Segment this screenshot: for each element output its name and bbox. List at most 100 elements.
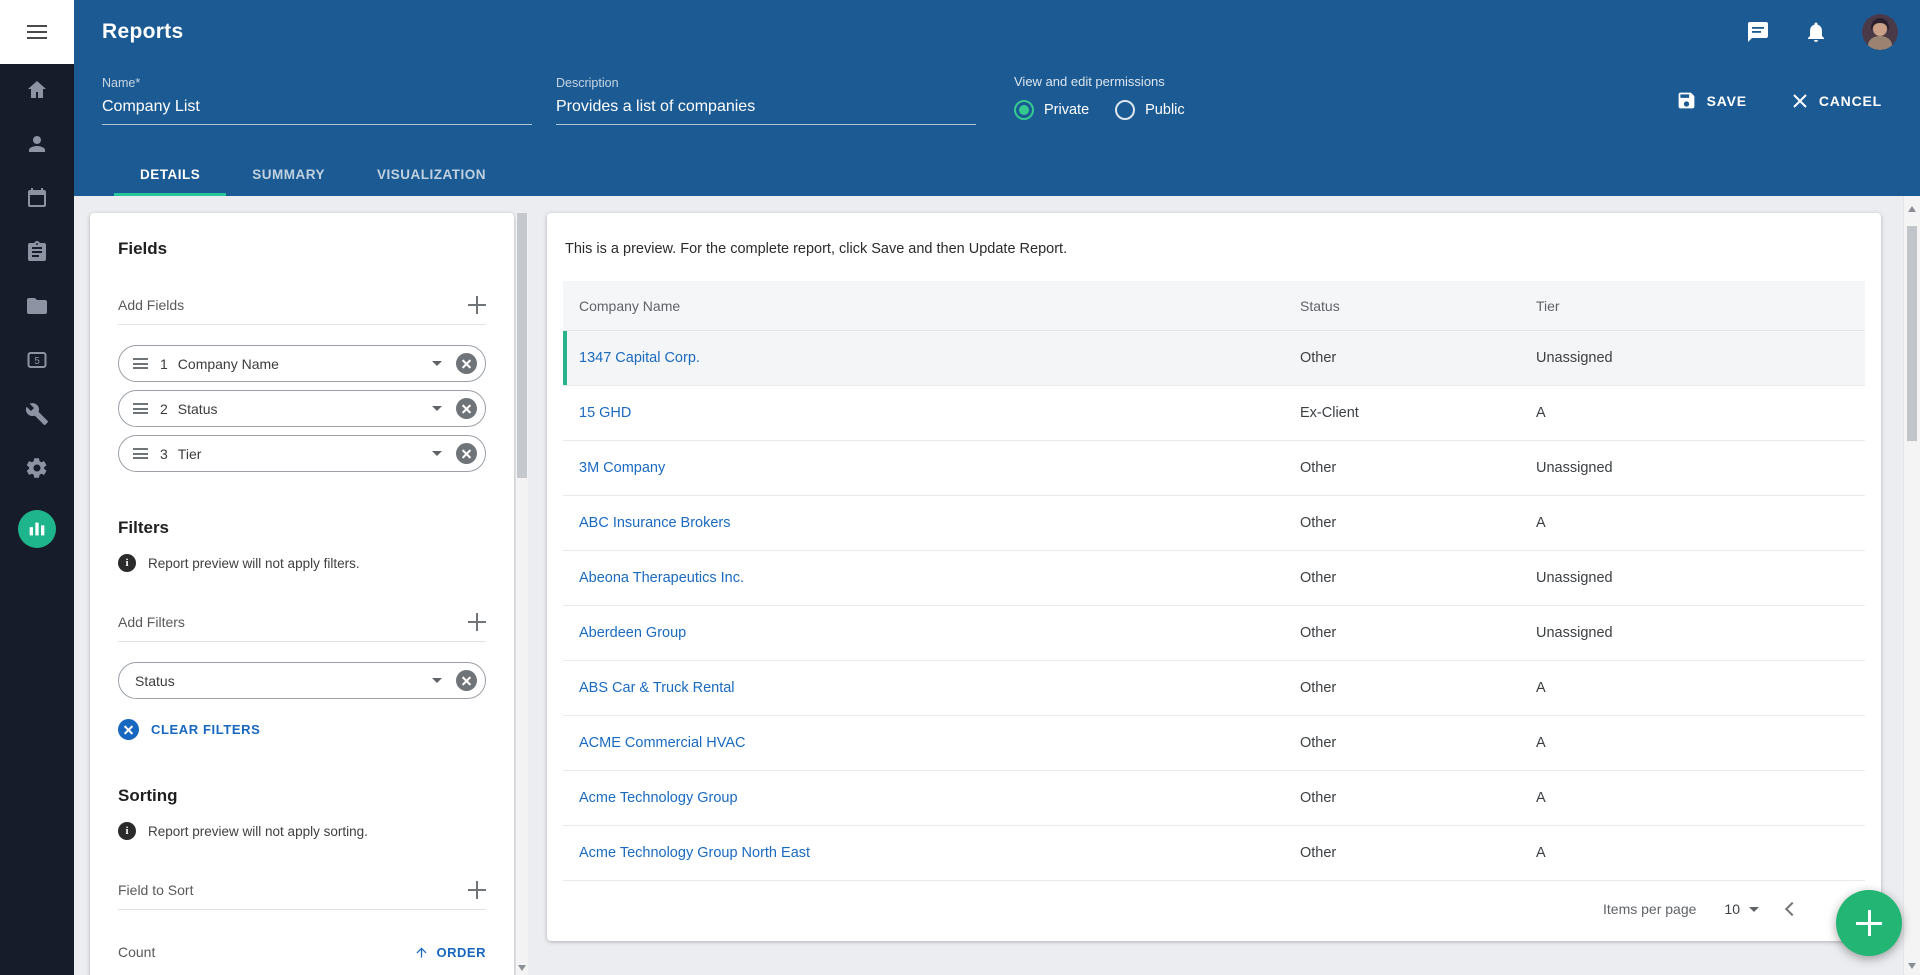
page-scrollbar-thumb[interactable] — [1907, 226, 1917, 441]
chat-button[interactable] — [1746, 20, 1770, 44]
name-input[interactable] — [102, 98, 532, 125]
company-link[interactable]: Acme Technology Group North East — [579, 845, 810, 861]
add-filters-row[interactable]: Add Filters — [118, 602, 486, 642]
tier-cell: A — [1520, 680, 1865, 696]
table-row: 1347 Capital Corp. Other Unassigned — [563, 331, 1865, 386]
company-link[interactable]: Abeona Therapeutics Inc. — [579, 570, 744, 586]
nav-home[interactable] — [25, 78, 49, 102]
status-cell: Other — [1284, 570, 1520, 586]
status-cell: Other — [1284, 790, 1520, 806]
info-icon: i — [118, 822, 136, 840]
previous-page-icon[interactable] — [1785, 902, 1799, 916]
company-link[interactable]: 15 GHD — [579, 405, 631, 421]
menu-button[interactable] — [0, 0, 74, 64]
order-button[interactable]: ORDER — [414, 945, 486, 960]
nav-folders[interactable] — [25, 294, 49, 318]
status-cell: Other — [1284, 350, 1520, 366]
table-row: 3M Company Other Unassigned — [563, 441, 1865, 496]
nav-calendar[interactable] — [25, 186, 49, 210]
column-header-tier[interactable]: Tier — [1520, 298, 1865, 314]
company-link[interactable]: Acme Technology Group — [579, 790, 738, 806]
nav-tools[interactable] — [25, 402, 49, 426]
field-to-sort-plus-icon[interactable] — [468, 881, 486, 899]
field-index: 1 — [160, 356, 168, 372]
field-chip-status[interactable]: 2 Status — [118, 390, 486, 427]
sorting-note: Report preview will not apply sorting. — [148, 824, 368, 839]
drag-handle-icon[interactable] — [133, 358, 148, 369]
tab-details[interactable]: DETAILS — [114, 152, 226, 196]
nav-settings[interactable] — [25, 456, 49, 480]
table-row: Acme Technology Group Other A — [563, 771, 1865, 826]
table-row: 15 GHD Ex-Client A — [563, 386, 1865, 441]
filter-chip-status[interactable]: Status — [118, 662, 486, 699]
field-chip-tier[interactable]: 3 Tier — [118, 435, 486, 472]
field-to-sort-row[interactable]: Field to Sort — [118, 870, 486, 910]
company-link[interactable]: ABC Insurance Brokers — [579, 515, 731, 531]
field-index: 3 — [160, 446, 168, 462]
status-cell: Other — [1284, 680, 1520, 696]
user-avatar[interactable] — [1862, 14, 1898, 50]
table-footer: Items per page 10 — [563, 881, 1865, 937]
tier-cell: A — [1520, 790, 1865, 806]
nav-invoices[interactable]: 5 — [25, 348, 49, 372]
company-link[interactable]: 1347 Capital Corp. — [579, 350, 700, 366]
tab-visualization[interactable]: VISUALIZATION — [351, 152, 512, 196]
wrench-icon — [25, 402, 49, 426]
arrow-up-icon — [414, 945, 429, 960]
status-cell: Ex-Client — [1284, 405, 1520, 421]
remove-filter-icon[interactable] — [456, 670, 477, 691]
name-label: Name* — [102, 76, 532, 90]
status-cell: Other — [1284, 735, 1520, 751]
report-preview-card: This is a preview. For the complete repo… — [547, 213, 1881, 941]
chevron-down-icon[interactable] — [432, 406, 442, 411]
nav-contacts[interactable] — [25, 132, 49, 156]
company-link[interactable]: ABS Car & Truck Rental — [579, 680, 735, 696]
drag-handle-icon[interactable] — [133, 403, 148, 414]
description-input[interactable] — [556, 98, 976, 125]
clear-filters-icon — [118, 719, 139, 740]
company-link[interactable]: 3M Company — [579, 460, 665, 476]
permissions-label: View and edit permissions — [1014, 74, 1185, 89]
panel-scrollbar-thumb[interactable] — [517, 213, 527, 478]
chevron-down-icon[interactable] — [432, 678, 442, 683]
column-header-company[interactable]: Company Name — [563, 298, 1284, 314]
items-per-page-label: Items per page — [1603, 901, 1696, 917]
add-report-fab[interactable] — [1836, 890, 1902, 956]
notifications-button[interactable] — [1804, 20, 1828, 44]
add-fields-row[interactable]: Add Fields — [118, 285, 486, 325]
scroll-up-icon[interactable] — [1908, 206, 1916, 212]
tier-cell: A — [1520, 515, 1865, 531]
field-label: Company Name — [178, 356, 432, 372]
add-filters-plus-icon[interactable] — [468, 613, 486, 631]
scroll-down-icon[interactable] — [518, 965, 526, 971]
company-link[interactable]: ACME Commercial HVAC — [579, 735, 746, 751]
fields-section-title: Fields — [118, 239, 486, 259]
chevron-down-icon[interactable] — [432, 451, 442, 456]
clear-filters-button[interactable]: CLEAR FILTERS — [118, 719, 486, 740]
items-per-page-value: 10 — [1724, 901, 1740, 917]
company-link[interactable]: Aberdeen Group — [579, 625, 686, 641]
add-fields-plus-icon[interactable] — [468, 296, 486, 314]
chevron-down-icon[interactable] — [432, 361, 442, 366]
report-description-field: Description — [556, 76, 976, 125]
page-scrollbar[interactable] — [1903, 196, 1920, 975]
remove-field-icon[interactable] — [456, 398, 477, 419]
remove-field-icon[interactable] — [456, 353, 477, 374]
radio-private[interactable]: Private — [1014, 100, 1089, 120]
table-row: Acme Technology Group North East Other A — [563, 826, 1865, 881]
panel-scrollbar[interactable] — [516, 213, 528, 975]
scroll-down-icon[interactable] — [1908, 963, 1916, 969]
items-per-page-select[interactable]: 10 — [1724, 901, 1759, 917]
drag-handle-icon[interactable] — [133, 448, 148, 459]
nav-reports-active[interactable] — [18, 510, 56, 548]
column-header-status[interactable]: Status — [1284, 298, 1520, 314]
radio-public[interactable]: Public — [1115, 100, 1185, 120]
field-chip-company-name[interactable]: 1 Company Name — [118, 345, 486, 382]
nav-tasks[interactable] — [25, 240, 49, 264]
save-button[interactable]: SAVE — [1676, 90, 1747, 111]
cancel-button[interactable]: CANCEL — [1791, 90, 1882, 111]
table-row: ABS Car & Truck Rental Other A — [563, 661, 1865, 716]
tab-summary[interactable]: SUMMARY — [226, 152, 351, 196]
remove-field-icon[interactable] — [456, 443, 477, 464]
invoice-5-icon: 5 — [25, 348, 49, 372]
